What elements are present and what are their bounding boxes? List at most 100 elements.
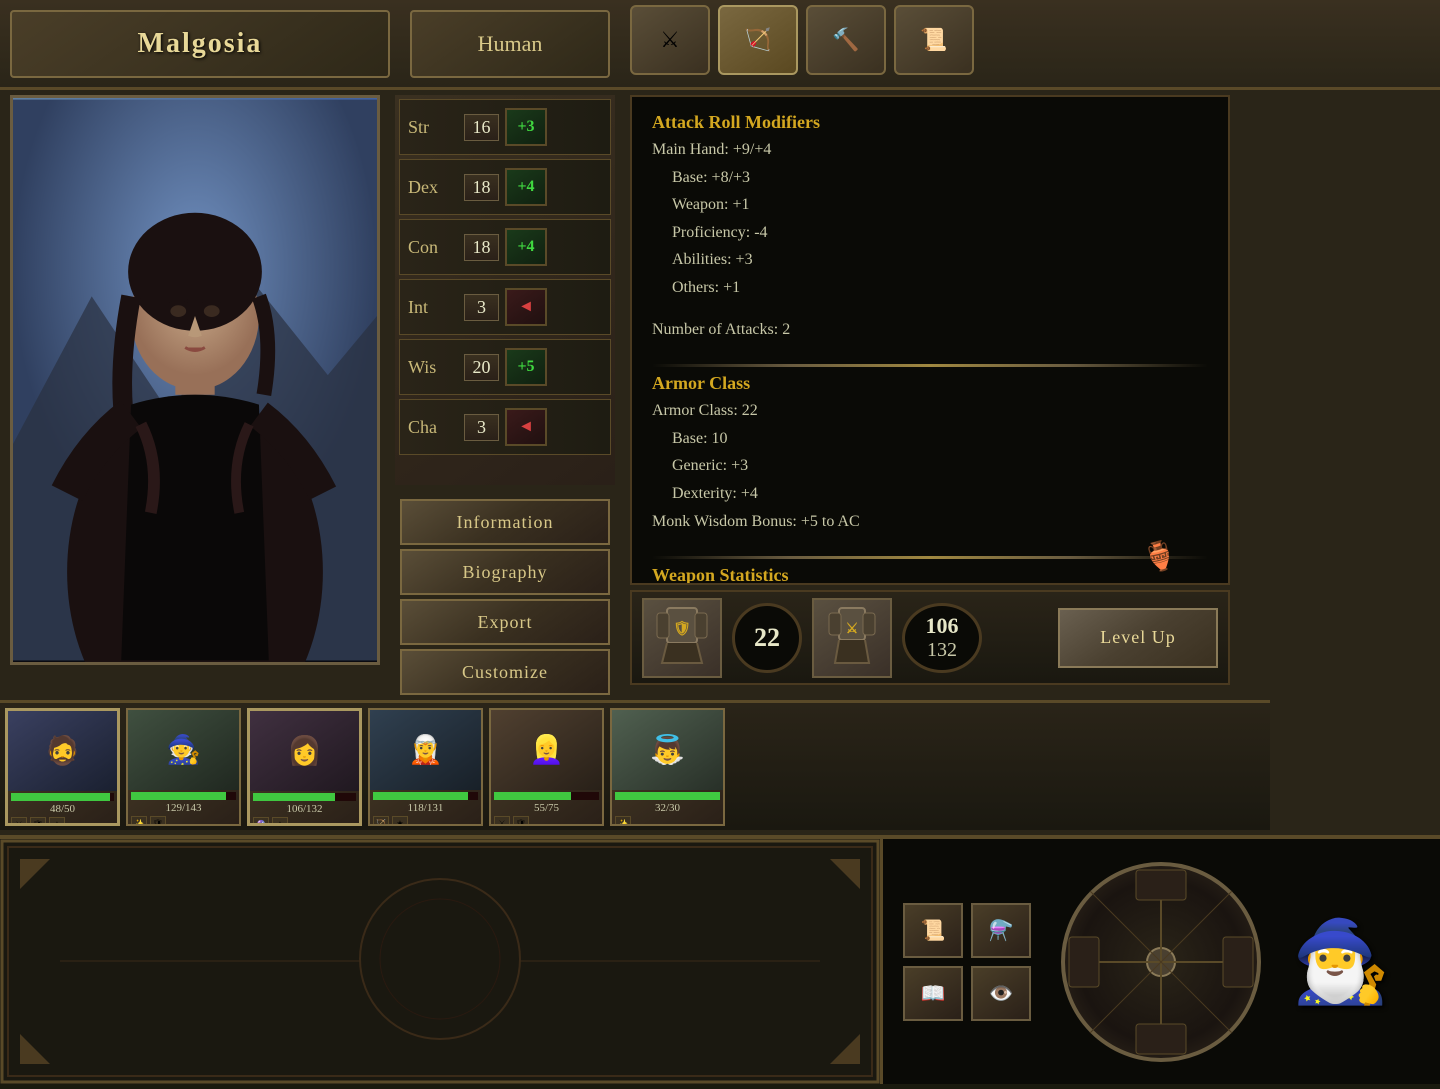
bottom-stats-bar: 🛡 22 ⚔ 106 132 Level Up bbox=[630, 590, 1230, 685]
party-icon-sword: ⚔ bbox=[11, 817, 27, 826]
stat-label-dex: Dex bbox=[408, 177, 458, 198]
party-icon-s3: ★ bbox=[272, 817, 288, 826]
stat-value-int: 3 bbox=[464, 294, 499, 321]
party-member-2[interactable]: 🧙 129/143 ✨ 🛡 bbox=[126, 708, 241, 826]
bottom-ui: 📜 ⚗️ 📖 👁️ bbox=[0, 835, 1440, 1080]
compass-container bbox=[1061, 862, 1261, 1062]
attack-proficiency: Proficiency: -4 bbox=[652, 220, 1208, 246]
bottom-left-area bbox=[0, 839, 880, 1084]
compass-wheel[interactable] bbox=[1061, 862, 1261, 1062]
stat-value-dex: 18 bbox=[464, 174, 499, 201]
party-icons-3: 🔮 ★ bbox=[250, 815, 359, 826]
party-hp-fill-1 bbox=[11, 793, 110, 801]
race-panel: Human bbox=[410, 10, 610, 78]
party-hp-bar-2 bbox=[131, 792, 236, 800]
armor-dexterity: Dexterity: +4 bbox=[652, 481, 1208, 507]
party-hp-fill-6 bbox=[615, 792, 720, 800]
party-hp-text-2: 129/143 bbox=[128, 802, 239, 814]
party-icon-shield: 🛡 bbox=[30, 817, 46, 826]
num-attacks: Number of Attacks: 2 bbox=[652, 317, 1208, 343]
stat-mod-con[interactable]: +4 bbox=[505, 228, 547, 266]
party-hp-fill-3 bbox=[253, 793, 335, 801]
hp-current: 106 bbox=[926, 614, 959, 638]
stat-row-int: Int 3 ◄ bbox=[399, 279, 611, 335]
attack-section: Attack Roll Modifiers Main Hand: +9/+4 B… bbox=[652, 112, 1208, 301]
bottom-right-area: 📜 ⚗️ 📖 👁️ bbox=[880, 839, 1440, 1084]
skill-icon-3[interactable]: 📖 bbox=[903, 966, 963, 1021]
party-hp-bar-3 bbox=[253, 793, 356, 801]
attack-title: Attack Roll Modifiers bbox=[652, 112, 1208, 133]
party-hp-bar-5 bbox=[494, 792, 599, 800]
stat-mod-int[interactable]: ◄ bbox=[505, 288, 547, 326]
party-icon-m3: 🔮 bbox=[253, 817, 269, 826]
stat-row-con: Con 18 +4 bbox=[399, 219, 611, 275]
tab-combat[interactable]: ⚔ bbox=[630, 5, 710, 75]
party-icons-2: ✨ 🛡 bbox=[128, 814, 239, 826]
biography-button[interactable]: Biography bbox=[400, 549, 610, 595]
attack-main-hand: Main Hand: +9/+4 bbox=[652, 137, 1208, 163]
party-member-5[interactable]: 👱‍♀️ 55/75 ⚔ 🛡 bbox=[489, 708, 604, 826]
level-up-button[interactable]: Level Up bbox=[1058, 608, 1218, 668]
tab-active[interactable]: 🏹 bbox=[718, 5, 798, 75]
party-icon-star: ★ bbox=[49, 817, 65, 826]
compass-svg bbox=[1061, 862, 1261, 1062]
party-member-6[interactable]: 👼 32/30 ✨ bbox=[610, 708, 725, 826]
skill-icon-1[interactable]: 📜 bbox=[903, 903, 963, 958]
party-portrait-6: 👼 bbox=[612, 710, 723, 790]
party-icon-m4: 🏹 bbox=[373, 816, 389, 826]
stat-mod-str[interactable]: +3 bbox=[505, 108, 547, 146]
stat-row-str: Str 16 +3 bbox=[399, 99, 611, 155]
party-portrait-5: 👱‍♀️ bbox=[491, 710, 602, 790]
party-icons-6: ✨ bbox=[612, 814, 723, 826]
armor-monk-bonus: Monk Wisdom Bonus: +5 to AC bbox=[652, 509, 1208, 535]
stat-row-wis: Wis 20 +5 bbox=[399, 339, 611, 395]
race-name: Human bbox=[478, 31, 543, 57]
customize-button[interactable]: Customize bbox=[400, 649, 610, 695]
party-member-3[interactable]: 👩 106/132 🔮 ★ bbox=[247, 708, 362, 826]
party-member-1[interactable]: 🧔 48/50 ⚔ 🛡 ★ bbox=[5, 708, 120, 826]
party-bar: 🧔 48/50 ⚔ 🛡 ★ 🧙 129/143 ✨ 🛡 bbox=[0, 700, 1270, 830]
party-hp-text-5: 55/75 bbox=[491, 802, 602, 814]
skill-icon-4[interactable]: 👁️ bbox=[971, 966, 1031, 1021]
attack-others: Others: +1 bbox=[652, 275, 1208, 301]
stat-value-wis: 20 bbox=[464, 354, 499, 381]
game-background: Malgosia Human ⚔ 🏹 🔨 📜 bbox=[0, 0, 1440, 1080]
armor-figure-left: 🛡 bbox=[642, 598, 722, 678]
party-portrait-2: 🧙 bbox=[128, 710, 239, 790]
portrait-panel bbox=[10, 95, 380, 665]
armor-class-circle: 22 bbox=[732, 603, 802, 673]
party-icon-s2: 🛡 bbox=[150, 816, 166, 826]
armor-base: Base: 10 bbox=[652, 426, 1208, 452]
tab-magic[interactable]: 📜 bbox=[894, 5, 974, 75]
party-icon-magic: ✨ bbox=[131, 816, 147, 826]
armor-section: Armor Class Armor Class: 22 Base: 10 Gen… bbox=[652, 373, 1208, 534]
party-hp-bar-1 bbox=[11, 793, 114, 801]
party-icons-4: 🏹 ★ bbox=[370, 814, 481, 826]
skill-icon-2[interactable]: ⚗️ bbox=[971, 903, 1031, 958]
stat-mod-cha[interactable]: ◄ bbox=[505, 408, 547, 446]
weapon-title: Weapon Statistics bbox=[652, 565, 1208, 585]
action-buttons-container: Information Biography Export Customize bbox=[395, 495, 615, 699]
attack-base: Base: +8/+3 bbox=[652, 165, 1208, 191]
party-icon-m6: ✨ bbox=[615, 816, 631, 826]
top-bar: Malgosia Human ⚔ 🏹 🔨 📜 bbox=[0, 0, 1440, 90]
weapon-section: Weapon Statistics Main Hand – Kyosti's S… bbox=[652, 565, 1208, 585]
stats-panel: Str 16 +3 Dex 18 +4 Con 18 +4 Int 3 ◄ Wi… bbox=[395, 95, 615, 485]
information-button[interactable]: Information bbox=[400, 499, 610, 545]
party-portrait-4: 🧝 bbox=[370, 710, 481, 790]
skill-icons-grid: 📜 ⚗️ 📖 👁️ bbox=[903, 903, 1031, 1021]
character-name-panel: Malgosia bbox=[10, 10, 390, 78]
character-name: Malgosia bbox=[138, 28, 263, 60]
stat-mod-dex[interactable]: +4 bbox=[505, 168, 547, 206]
hp-figure: ⚔ bbox=[812, 598, 892, 678]
tab-skills[interactable]: 🔨 bbox=[806, 5, 886, 75]
export-button[interactable]: Export bbox=[400, 599, 610, 645]
armor-class-display: 22 bbox=[754, 623, 780, 653]
hp-figure-svg: ⚔ bbox=[817, 603, 887, 673]
svg-text:🛡: 🛡 bbox=[673, 620, 691, 637]
armor-figure-svg: 🛡 bbox=[647, 603, 717, 673]
party-portrait-1: 🧔 bbox=[8, 711, 117, 791]
party-member-4[interactable]: 🧝 118/131 🏹 ★ bbox=[368, 708, 483, 826]
stat-mod-wis[interactable]: +5 bbox=[505, 348, 547, 386]
party-hp-bar-4 bbox=[373, 792, 478, 800]
